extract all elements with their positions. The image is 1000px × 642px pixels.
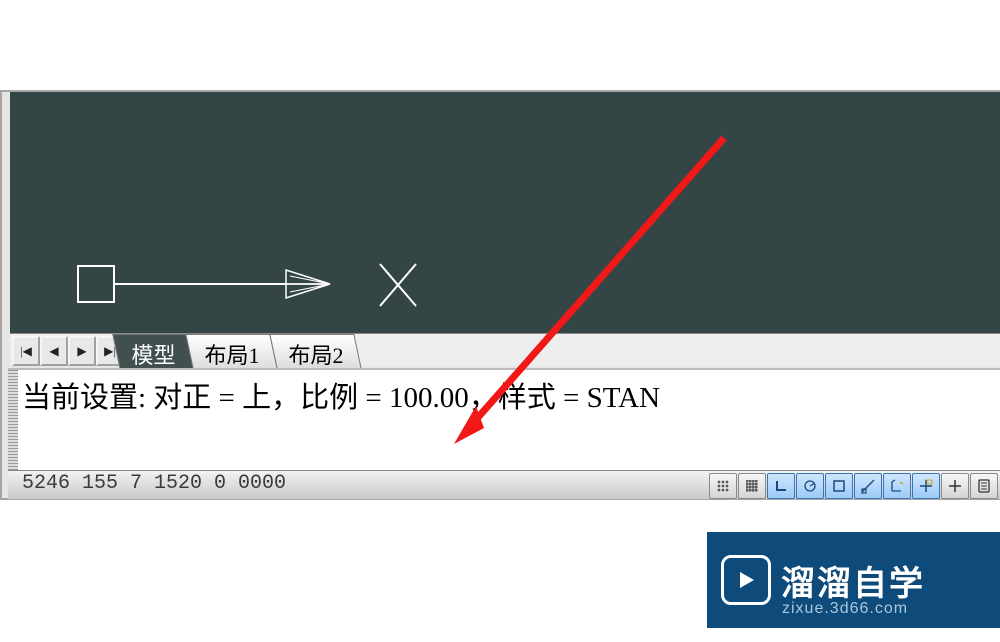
drawing-canvas[interactable] bbox=[10, 92, 1000, 333]
dyn-toggle[interactable] bbox=[912, 473, 940, 499]
osnap-toggle[interactable] bbox=[825, 473, 853, 499]
cmd-grip[interactable] bbox=[8, 370, 18, 473]
lineweight-toggle[interactable] bbox=[941, 473, 969, 499]
properties-toggle[interactable] bbox=[970, 473, 998, 499]
tab-bar: |◀ ◀ ▶ ▶| 模型 布局1 布局2 bbox=[10, 333, 1000, 366]
command-window[interactable]: 当前设置: 对正 = 上，比例 = 100.00，样式 = STAN 指定起点或… bbox=[8, 368, 1000, 473]
tab-nav-prev[interactable]: ◀ bbox=[40, 336, 68, 366]
canvas-graphics bbox=[10, 92, 1000, 333]
watermark-url: zixue.3d66.com bbox=[782, 600, 908, 618]
ducs-toggle[interactable] bbox=[883, 473, 911, 499]
app-window: |◀ ◀ ▶ ▶| 模型 布局1 布局2 当前设置: 对正 = 上，比例 = 1… bbox=[0, 90, 1000, 500]
cmd-prompt-line: 指定起点或 [对正(J)/比例(S)/样式(ST)]: S bbox=[22, 426, 600, 473]
snap-toggle[interactable] bbox=[709, 473, 737, 499]
tab-nav: |◀ ◀ ▶ ▶| bbox=[12, 336, 124, 364]
coordinates: 5246 155 7 1520 0 0000 bbox=[22, 472, 286, 495]
tab-layout1[interactable]: 布局1 bbox=[185, 334, 277, 369]
grid-toggle[interactable] bbox=[738, 473, 766, 499]
watermark: 溜溜自学 zixue.3d66.com bbox=[707, 532, 1000, 628]
tab-nav-next[interactable]: ▶ bbox=[68, 336, 96, 366]
polar-toggle[interactable] bbox=[796, 473, 824, 499]
cmd-history-line: 当前设置: 对正 = 上，比例 = 100.00，样式 = STAN bbox=[22, 376, 660, 421]
tab-model[interactable]: 模型 bbox=[112, 334, 193, 369]
status-bar: 5246 155 7 1520 0 0000 bbox=[8, 470, 1000, 499]
tab-nav-first[interactable]: |◀ bbox=[12, 336, 40, 366]
play-icon bbox=[721, 555, 771, 605]
ortho-toggle[interactable] bbox=[767, 473, 795, 499]
tab-layout2[interactable]: 布局2 bbox=[269, 334, 361, 369]
status-toggle-group bbox=[708, 473, 998, 499]
otrack-toggle[interactable] bbox=[854, 473, 882, 499]
watermark-brand: 溜溜自学 bbox=[781, 556, 925, 605]
